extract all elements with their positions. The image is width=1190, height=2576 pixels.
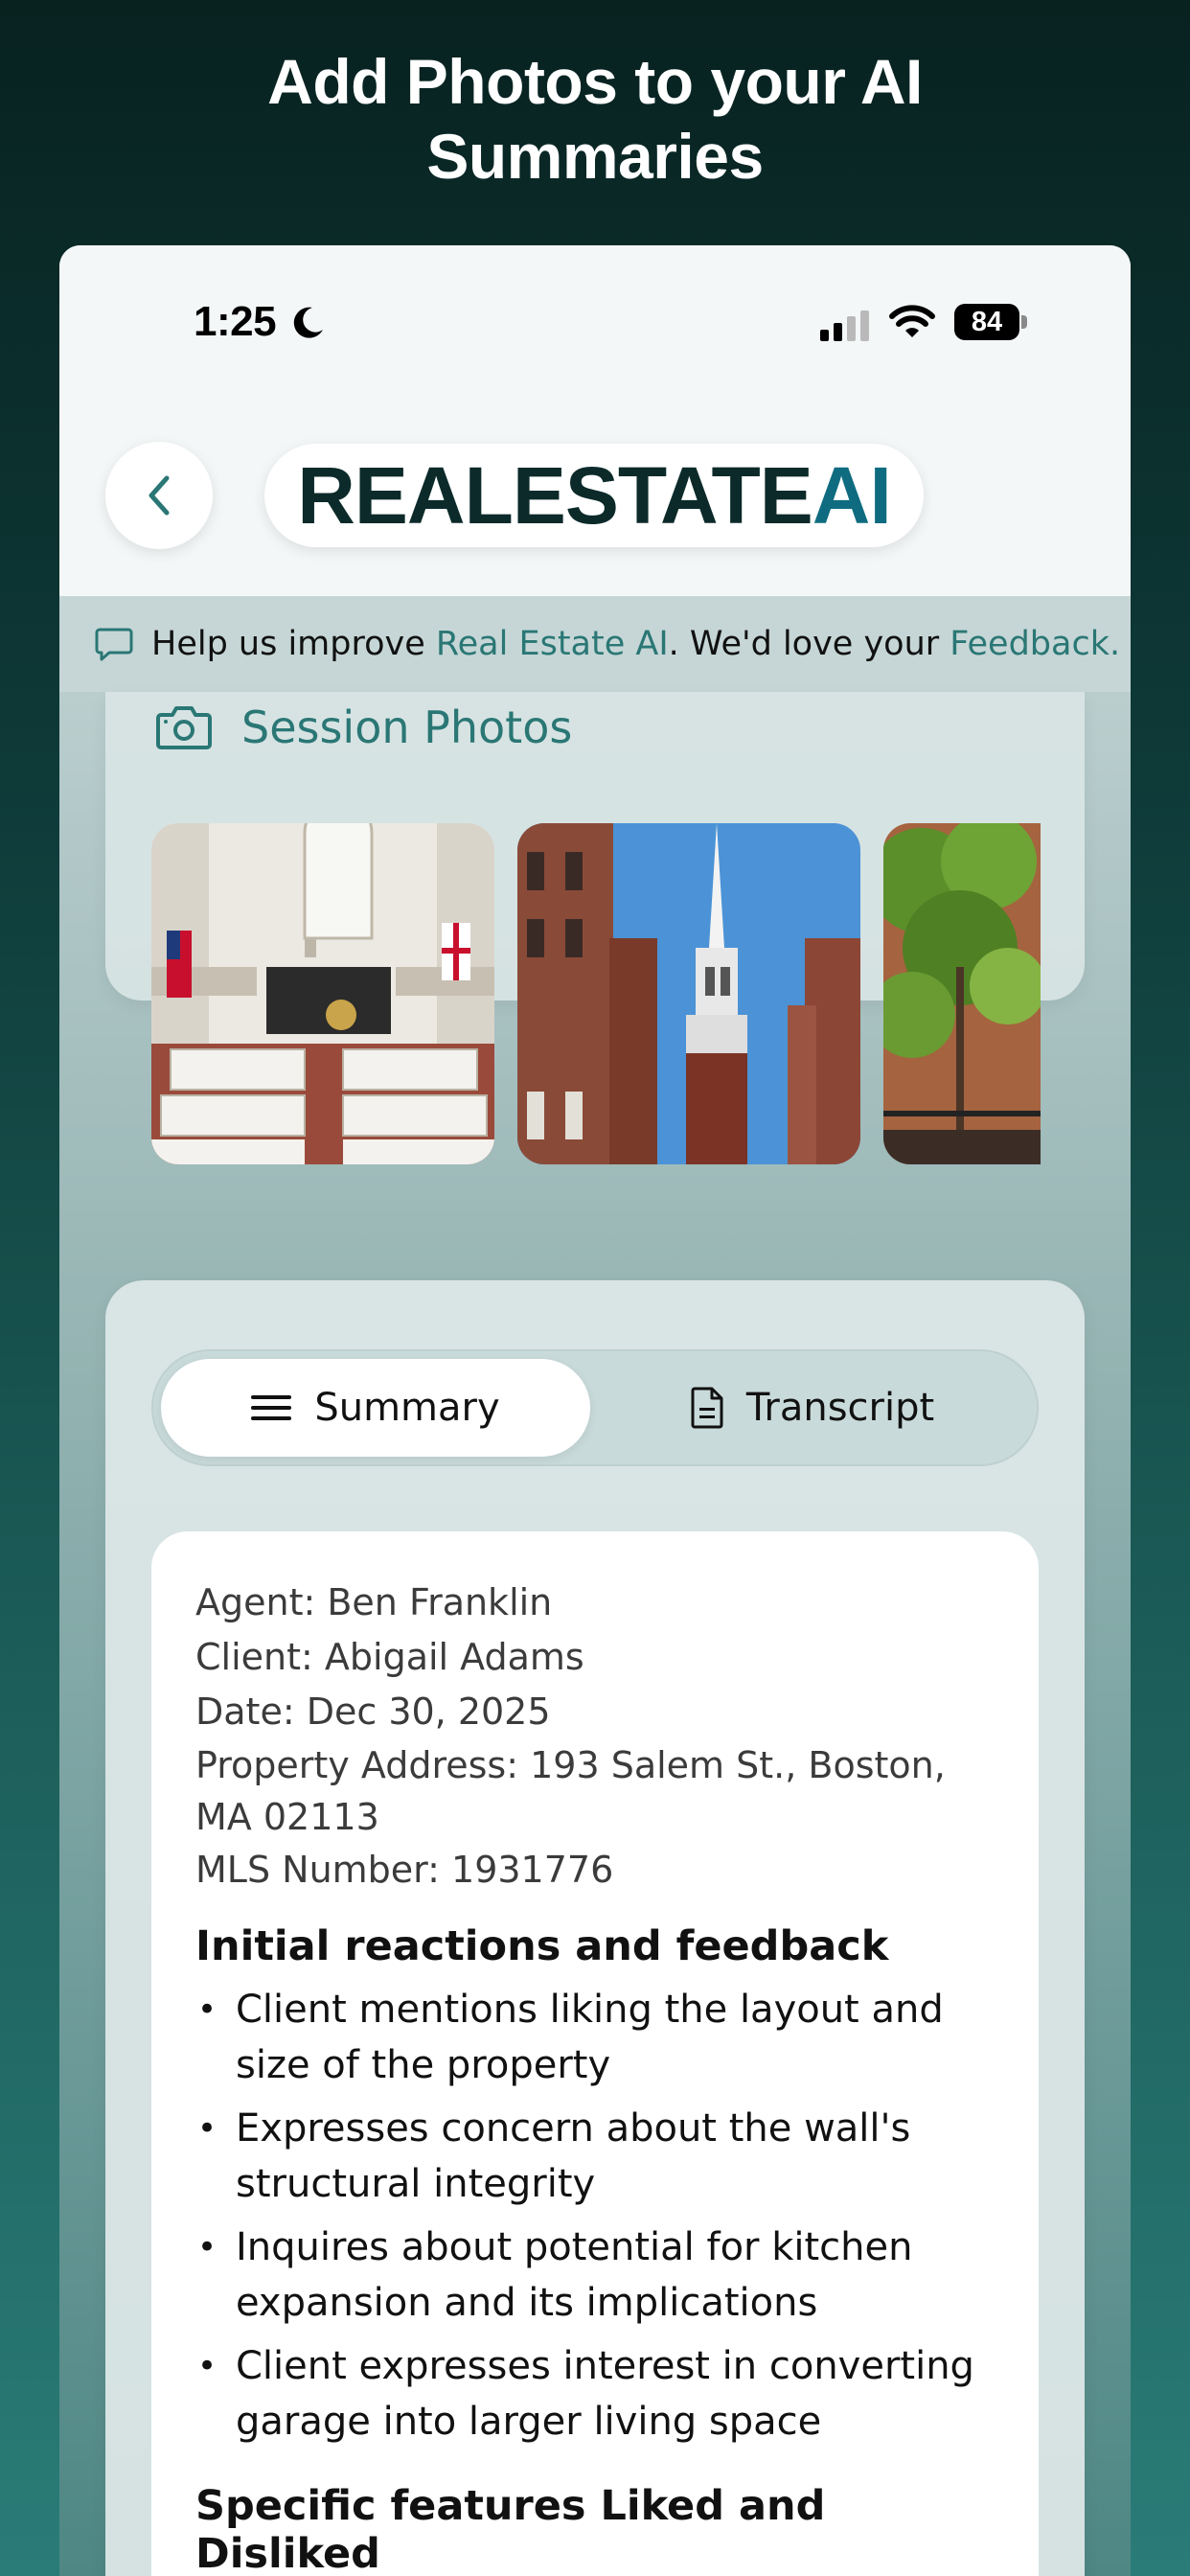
app-logo: REALESTATEAI (264, 444, 924, 547)
tab-transcript[interactable]: Transcript (598, 1359, 1027, 1457)
moon-icon (293, 307, 323, 338)
summary-date: Date: Dec 30, 2025 (195, 1690, 551, 1733)
list-item: Client mentions liking the layout and si… (195, 1982, 995, 2093)
camera-icon (156, 706, 212, 749)
back-button[interactable] (105, 442, 213, 549)
summary-content: Agent: Ben Franklin Client: Abigail Adam… (151, 1531, 1039, 2576)
summary-card: Summary Transcript Agent: Ben Franklin C… (105, 1280, 1085, 2576)
wifi-icon (889, 305, 935, 337)
logo-text-main: REALESTATE (297, 450, 813, 540)
promo-title: Add Photos to your AI Summaries (0, 44, 1190, 194)
tab-transcript-label: Transcript (745, 1386, 935, 1430)
tab-summary[interactable]: Summary (161, 1359, 590, 1457)
view-toggle: Summary Transcript (151, 1349, 1039, 1466)
feedback-link[interactable]: Feedback. (950, 625, 1120, 663)
list-item: Expresses concern about the wall's struc… (195, 2101, 995, 2212)
photo-church-steeple[interactable] (517, 823, 860, 1164)
logo-text: REALESTATEAI (297, 455, 892, 536)
cellular-signal-icon (820, 310, 870, 341)
summary-address-line-1: Property Address: 193 Salem St., Boston, (195, 1744, 946, 1786)
session-photos-title: Session Photos (241, 702, 573, 753)
photo-trees-street[interactable] (883, 823, 1041, 1164)
tab-summary-label: Summary (314, 1386, 500, 1430)
summary-client: Client: Abigail Adams (195, 1636, 584, 1678)
summary-agent: Agent: Ben Franklin (195, 1581, 553, 1623)
summary-address-line-2: MA 02113 (195, 1796, 379, 1838)
initial-reactions-list: Client mentions liking the layout and si… (195, 1982, 995, 2450)
photo-church-interior[interactable] (151, 823, 494, 1164)
feedback-text-prefix: Help us improve (151, 625, 436, 663)
list-item: Inquires about potential for kitchen exp… (195, 2220, 995, 2331)
battery-tip (1021, 315, 1027, 329)
document-icon (691, 1387, 723, 1429)
section-heading-initial-reactions: Initial reactions and feedback (195, 1922, 889, 1970)
chat-bubble-icon (95, 628, 133, 661)
menu-lines-icon (251, 1395, 292, 1420)
status-time: 1:25 (194, 298, 277, 345)
app-header: 1:25 84 REALESTATEAI (59, 245, 1131, 596)
session-photos-header: Session Photos (155, 702, 572, 753)
session-photos-card: Session Photos (105, 692, 1085, 1164)
feedback-brand: Real Estate AI (435, 625, 669, 663)
phone-screen: 1:25 84 REALESTATEAI Help us improve Rea… (59, 245, 1131, 2576)
promo-title-line-1: Add Photos to your AI (267, 46, 923, 117)
section-heading-features: Specific features Liked and Disliked (195, 2482, 826, 2576)
feedback-banner[interactable]: Help us improve Real Estate AI. We'd lov… (59, 596, 1131, 692)
summary-mls: MLS Number: 1931776 (195, 1849, 614, 1891)
feedback-text-middle: . We'd love your (668, 625, 950, 663)
logo-text-ai: AI (812, 450, 892, 540)
chevron-left-icon (149, 475, 170, 516)
battery-icon: 84 (954, 304, 1019, 340)
list-item: Client expresses interest in converting … (195, 2338, 995, 2450)
promo-title-line-2: Summaries (426, 121, 764, 192)
